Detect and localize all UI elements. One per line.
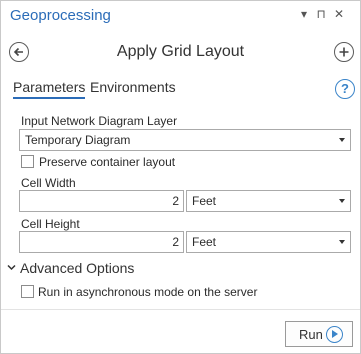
input-layer-value: Temporary Diagram (25, 133, 131, 147)
pane-options-dropdown-icon[interactable]: ▾ (297, 7, 311, 21)
footer-divider (1, 309, 360, 310)
cell-height-label: Cell Height (21, 217, 80, 231)
cell-height-unit-dropdown[interactable]: Feet (186, 231, 351, 253)
tab-parameters[interactable]: Parameters (13, 79, 86, 99)
close-icon[interactable]: ✕ (332, 7, 346, 21)
preserve-layout-label: Preserve container layout (39, 155, 176, 169)
tab-environments[interactable]: Environments (90, 79, 176, 95)
tool-title: Apply Grid Layout (116, 43, 245, 60)
chevron-down-icon (339, 199, 345, 203)
cell-width-input[interactable]: 2 (19, 190, 184, 212)
geoprocessing-pane: Geoprocessing ▾ ⊓ ✕ Apply Grid Layout Pa… (0, 0, 361, 354)
async-mode-label: Run in asynchronous mode on the server (38, 285, 258, 299)
pane-titlebar: Geoprocessing ▾ ⊓ ✕ (1, 1, 360, 29)
tool-header: Apply Grid Layout (1, 35, 360, 69)
cell-width-unit-dropdown[interactable]: Feet (186, 190, 351, 212)
preserve-layout-checkbox[interactable] (21, 155, 34, 168)
cell-height-input[interactable]: 2 (19, 231, 184, 253)
pane-title: Geoprocessing (10, 7, 111, 24)
help-icon[interactable]: ? (335, 79, 355, 99)
play-icon (326, 326, 343, 343)
advanced-options-label: Advanced Options (20, 260, 135, 276)
pin-icon[interactable]: ⊓ (314, 7, 328, 21)
add-plus-icon[interactable] (334, 42, 354, 62)
cell-width-unit-value: Feet (192, 194, 217, 208)
cell-width-label: Cell Width (21, 176, 76, 190)
cell-height-unit-value: Feet (192, 235, 217, 249)
input-layer-dropdown[interactable]: Temporary Diagram (19, 129, 351, 151)
async-mode-checkbox[interactable] (21, 285, 34, 298)
run-button[interactable]: Run (285, 321, 353, 347)
chevron-down-icon (339, 240, 345, 244)
run-button-label: Run (299, 327, 323, 342)
chevron-down-icon (7, 264, 16, 271)
input-layer-label: Input Network Diagram Layer (21, 114, 178, 128)
chevron-down-icon (339, 138, 345, 142)
